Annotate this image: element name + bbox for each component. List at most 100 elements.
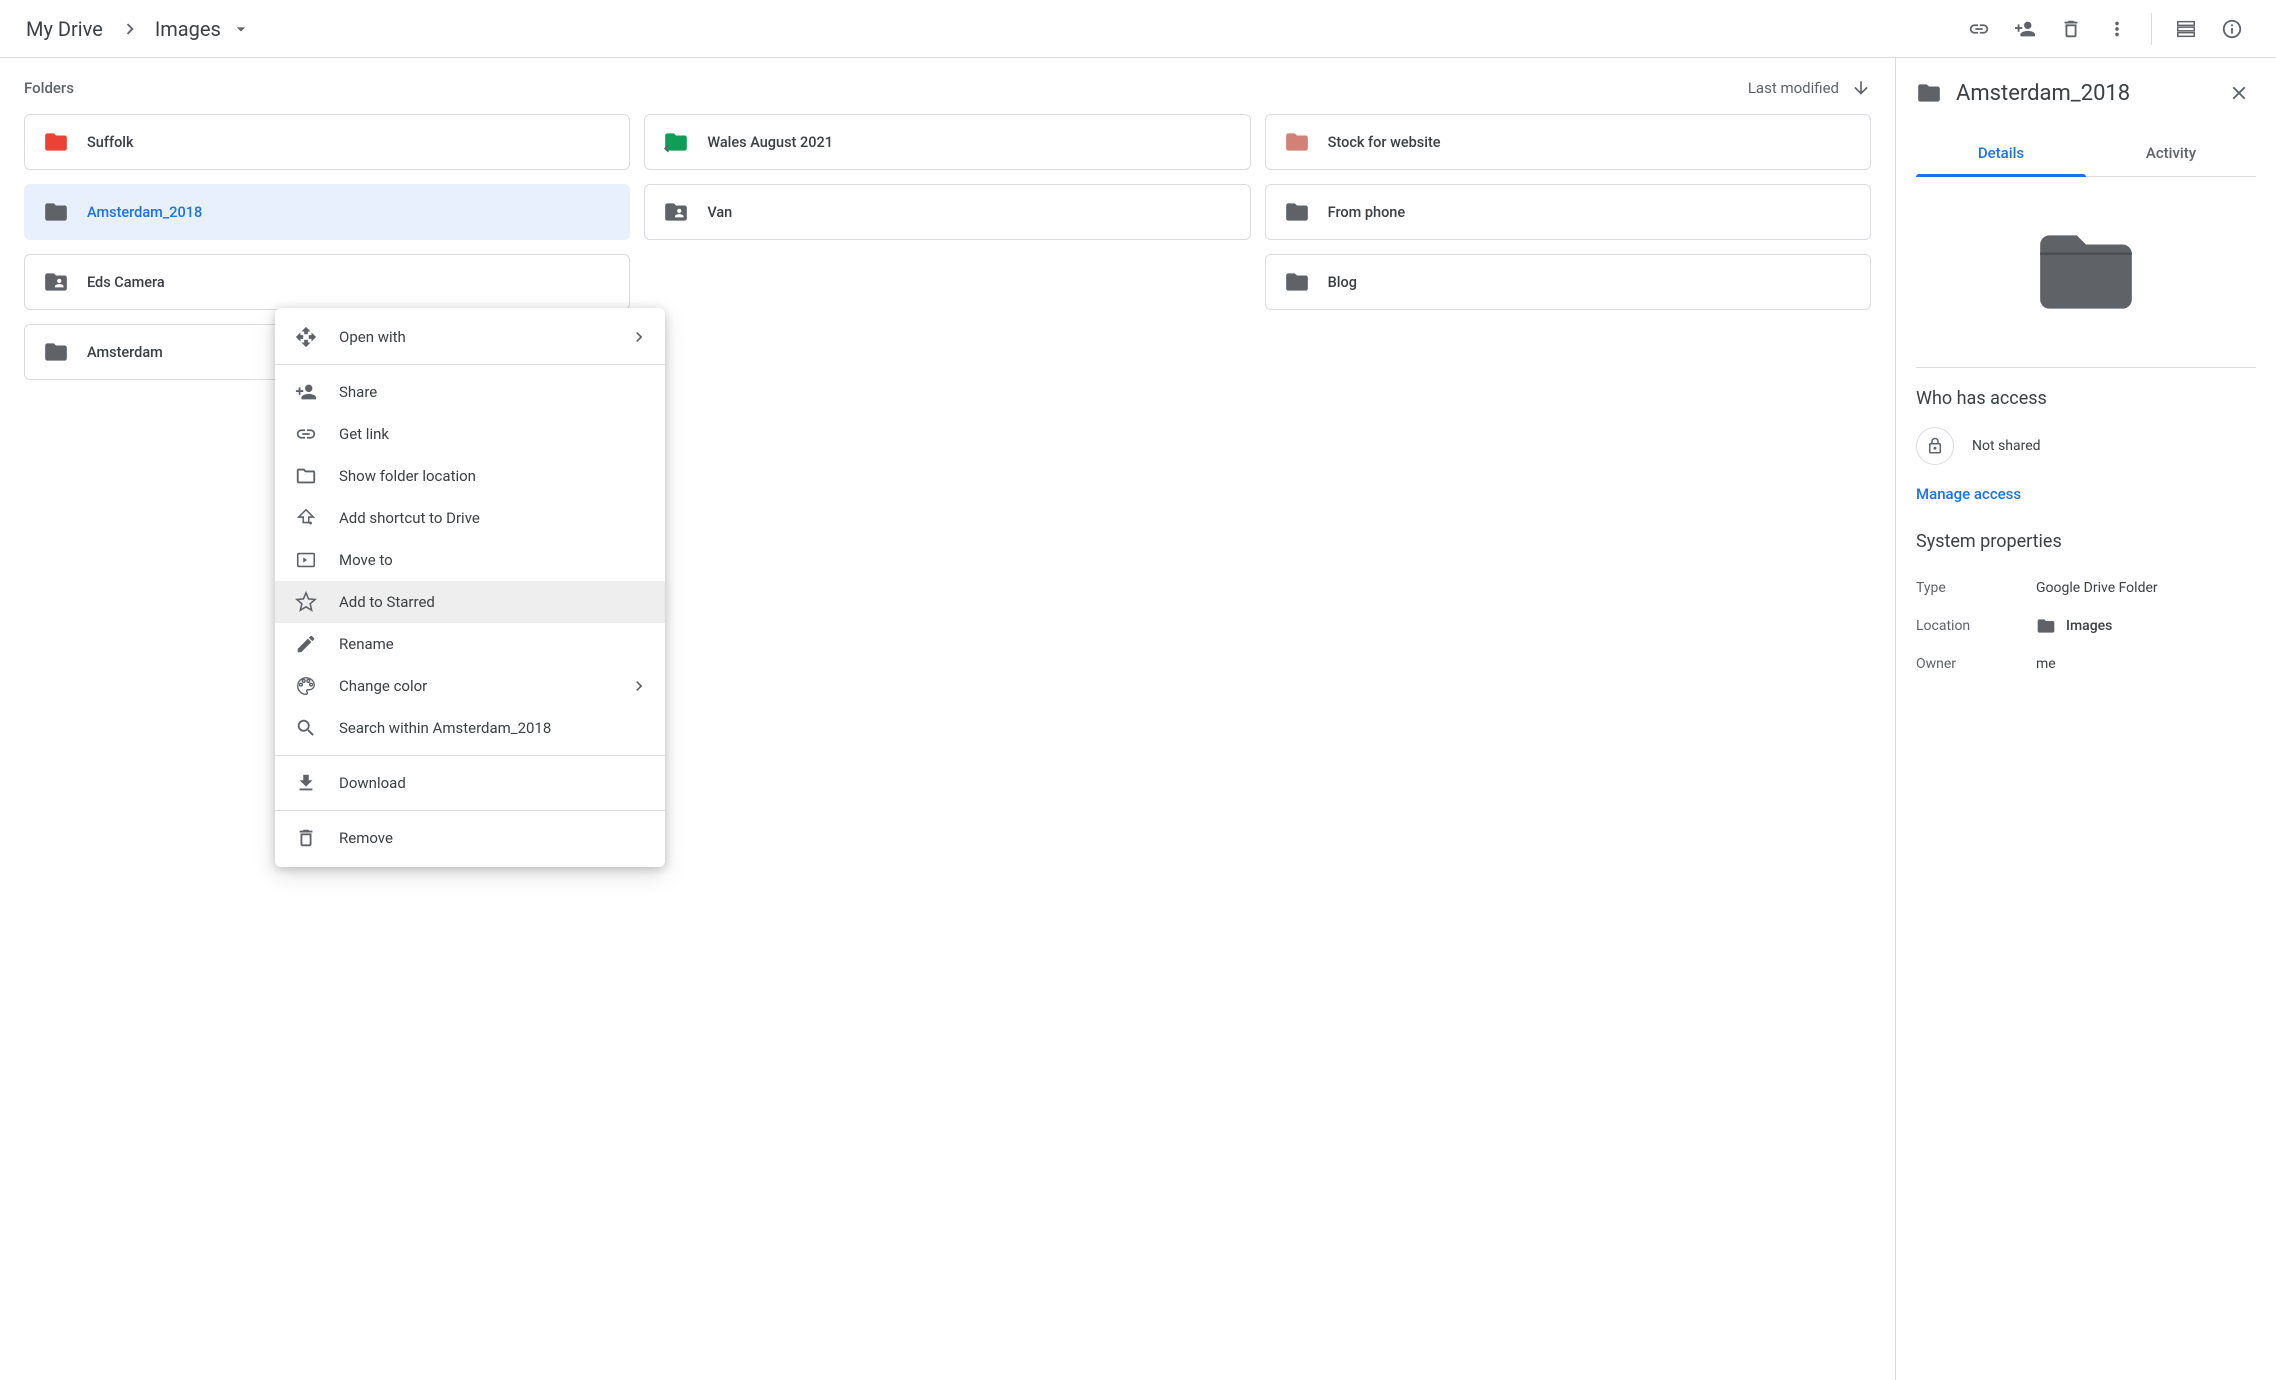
breadcrumb-current[interactable]: Images (155, 17, 251, 41)
folder-name: Amsterdam_2018 (87, 204, 202, 221)
folder-name: Wales August 2021 (707, 134, 833, 151)
folder-icon (1284, 199, 1310, 225)
menu-change-color[interactable]: Change color (275, 665, 665, 707)
details-tabs: Details Activity (1916, 130, 2256, 177)
menu-label: Change color (339, 677, 427, 695)
main: Folders Last modified Suffolk Wales Augus… (0, 58, 2276, 1380)
menu-search-within[interactable]: Search within Amsterdam_2018 (275, 707, 665, 749)
menu-download[interactable]: Download (275, 762, 665, 804)
info-button[interactable] (2212, 9, 2252, 49)
search-icon (295, 717, 317, 739)
tab-activity[interactable]: Activity (2086, 130, 2256, 176)
folder-card[interactable]: Eds Camera (24, 254, 630, 310)
folder-card[interactable]: Suffolk (24, 114, 630, 170)
section-header: Folders Last modified (24, 78, 1871, 98)
details-title: Amsterdam_2018 (1956, 81, 2208, 106)
top-bar: My Drive Images (0, 0, 2276, 58)
arrow-down-icon (1851, 78, 1871, 98)
access-status: Not shared (1916, 427, 2256, 465)
get-link-button[interactable] (1959, 9, 1999, 49)
menu-add-shortcut[interactable]: Add shortcut to Drive (275, 497, 665, 539)
folder-card[interactable]: Wales August 2021 (644, 114, 1250, 170)
folder-large-icon (2016, 217, 2156, 327)
prop-owner: Owner me (1916, 646, 2256, 682)
folder-card[interactable]: Van (644, 184, 1250, 240)
top-actions (1959, 9, 2252, 49)
breadcrumb-current-label: Images (155, 17, 221, 41)
menu-share[interactable]: Share (275, 371, 665, 413)
details-header: Amsterdam_2018 (1916, 76, 2256, 110)
context-menu: Open with Share Get link Show folder loc… (275, 308, 665, 867)
folder-shared-icon (663, 199, 689, 225)
menu-label: Get link (339, 425, 389, 443)
manage-access-link[interactable]: Manage access (1916, 485, 2021, 503)
menu-get-link[interactable]: Get link (275, 413, 665, 455)
delete-icon (295, 827, 317, 849)
prop-location: Location Images (1916, 606, 2256, 646)
menu-move-to[interactable]: Move to (275, 539, 665, 581)
menu-label: Remove (339, 829, 393, 847)
star-icon (295, 591, 317, 613)
folder-name: Blog (1328, 274, 1357, 291)
menu-open-with[interactable]: Open with (275, 316, 665, 358)
folder-name: From phone (1328, 204, 1405, 221)
move-to-icon (295, 549, 317, 571)
details-panel: Amsterdam_2018 Details Activity Who has … (1896, 58, 2276, 1380)
shortcut-add-icon (295, 507, 317, 529)
menu-remove[interactable]: Remove (275, 817, 665, 859)
folder-card[interactable]: Amsterdam_2018 (24, 184, 630, 240)
breadcrumb: My Drive Images (24, 13, 251, 45)
palette-icon (295, 675, 317, 697)
folder-icon (1284, 129, 1310, 155)
location-name: Images (2066, 618, 2112, 634)
link-icon (295, 423, 317, 445)
folder-name: Eds Camera (87, 274, 165, 291)
access-title: Who has access (1916, 388, 2256, 409)
folder-outline-icon (295, 465, 317, 487)
chevron-right-icon (629, 327, 649, 347)
more-actions-button[interactable] (2097, 9, 2137, 49)
prop-value[interactable]: Images (2036, 616, 2112, 636)
folder-name: Suffolk (87, 134, 134, 151)
share-button[interactable] (2005, 9, 2045, 49)
menu-separator (275, 810, 665, 811)
download-icon (295, 772, 317, 794)
menu-label: Rename (339, 635, 394, 653)
person-add-icon (295, 381, 317, 403)
system-props-title: System properties (1916, 531, 2256, 552)
prop-type: Type Google Drive Folder (1916, 570, 2256, 606)
folder-icon (43, 129, 69, 155)
delete-button[interactable] (2051, 9, 2091, 49)
menu-show-location[interactable]: Show folder location (275, 455, 665, 497)
sort-button[interactable]: Last modified (1748, 78, 1871, 98)
folders-section-title: Folders (24, 79, 74, 97)
folder-icon (43, 199, 69, 225)
rename-icon (295, 633, 317, 655)
divider (2151, 13, 2152, 45)
menu-separator (275, 364, 665, 365)
sort-label: Last modified (1748, 79, 1839, 97)
close-button[interactable] (2222, 76, 2256, 110)
menu-add-starred[interactable]: Add to Starred (275, 581, 665, 623)
breadcrumb-root[interactable]: My Drive (24, 13, 105, 45)
folder-card[interactable]: Blog (1265, 254, 1871, 310)
dropdown-icon (231, 19, 251, 39)
menu-label: Move to (339, 551, 393, 569)
menu-label: Add shortcut to Drive (339, 509, 480, 527)
prop-label: Location (1916, 618, 2036, 634)
folder-shared-icon (43, 269, 69, 295)
menu-rename[interactable]: Rename (275, 623, 665, 665)
not-shared-label: Not shared (1972, 438, 2041, 454)
menu-label: Search within Amsterdam_2018 (339, 719, 551, 737)
folder-name: Amsterdam (87, 344, 163, 361)
tab-details[interactable]: Details (1916, 130, 2086, 176)
folder-card[interactable]: From phone (1265, 184, 1871, 240)
folder-card[interactable]: Stock for website (1265, 114, 1871, 170)
list-view-button[interactable] (2166, 9, 2206, 49)
folder-icon (2036, 616, 2056, 636)
prop-label: Type (1916, 580, 2036, 596)
access-section: Who has access Not shared Manage access … (1916, 388, 2256, 682)
chevron-right-icon (629, 676, 649, 696)
content-area: Folders Last modified Suffolk Wales Augus… (0, 58, 1896, 1380)
menu-label: Open with (339, 328, 406, 346)
